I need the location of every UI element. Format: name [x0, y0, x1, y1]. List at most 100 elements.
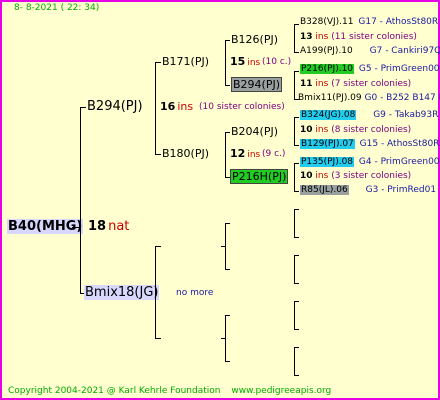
root-number: 18: [88, 219, 107, 234]
gen4-row-11[interactable]: R85(JL).06 G3 - PrimRed01: [300, 185, 437, 195]
gen4-8-name: B129(PJ).07: [300, 139, 355, 149]
gen4-0-name: B328(VJ).11: [300, 17, 354, 27]
sire-value: 16 ins: [160, 101, 193, 112]
gen4-row-7: 10 ins (8 sister colonies): [300, 126, 411, 135]
gen4-4-number: 11: [300, 79, 313, 89]
b294b-label: B294(PJ): [231, 77, 283, 92]
b294b-name[interactable]: B294(PJ): [231, 77, 283, 92]
gen4-11-code: G3 - PrimRed01: [365, 185, 437, 195]
empty-bracket-2-v: [294, 255, 295, 283]
gen4-4-note: (7 sister colonies): [331, 79, 412, 89]
dam-upper-mid: [221, 246, 225, 247]
gen4-11-name: R85(JL).06: [300, 185, 349, 195]
p216h-to-gen4-bottom: [294, 191, 299, 192]
gen4-7-number: 10: [300, 125, 313, 135]
empty-bracket-2-bottom: [294, 283, 299, 284]
b204-connector-v: [294, 117, 295, 145]
dam-to-upper: [155, 246, 161, 247]
b204-to-gen4-top: [294, 117, 299, 118]
dam-connector-v: [155, 246, 156, 338]
gen4-10-ins: ins: [315, 171, 329, 181]
dam-lower-top: [225, 315, 230, 316]
dam-lower-mid: [221, 338, 225, 339]
sire-name[interactable]: B294(PJ): [87, 100, 143, 113]
sire-connector-v: [155, 62, 156, 154]
footer-website[interactable]: www.pedigreeapis.org: [231, 386, 331, 396]
gen4-6-code: G9 - Takab93R: [373, 110, 439, 120]
gen4-row-3[interactable]: P216(PJ).10 G5 - PrimGreen00: [300, 64, 440, 74]
dam-name[interactable]: Bmix18(JG): [84, 285, 160, 300]
b180-value: 12 ins: [230, 148, 260, 160]
root-suffix: nat: [108, 219, 130, 234]
b294b-to-gen4-top: [294, 71, 299, 72]
gen4-row-9[interactable]: P135(PJ).08 G4 - PrimGreen00: [300, 157, 440, 167]
b294b-connector-v: [294, 71, 295, 99]
sire-note: (10 sister colonies): [199, 102, 285, 112]
empty-bracket-3-v: [294, 301, 295, 329]
b126-name[interactable]: B126(PJ): [231, 34, 278, 45]
b171-to-b126: [225, 40, 230, 41]
p216h-label: P216H(PJ): [230, 169, 289, 184]
gen4-2-code: G7 - Cankiri97Q: [369, 46, 440, 56]
b126-connector-v: [294, 24, 295, 52]
frame-top: [0, 0, 440, 2]
b126-to-gen4-bottom: [294, 52, 299, 53]
gen4-8-code: G15 - AthosSt80R: [359, 139, 440, 149]
gen4-row-0[interactable]: B328(VJ).11 G17 - AthosSt80R: [300, 18, 438, 27]
gen4-10-number: 10: [300, 171, 313, 181]
b180-to-b204: [225, 132, 230, 133]
b171-value: 15 ins: [230, 56, 260, 68]
dam-lower-bottom: [225, 361, 230, 362]
b171-number: 15: [230, 55, 246, 68]
empty-bracket-3-top: [294, 301, 299, 302]
gen4-row-5[interactable]: Bmix11(PJ).09 G0 - B252 B147 B: [298, 94, 440, 103]
frame-left: [0, 0, 2, 400]
p216h-to-gen4-top: [294, 163, 299, 164]
gen4-2-name: A199(PJ).10: [300, 46, 353, 56]
b180-number: 12: [230, 147, 246, 160]
gen4-5-name: Bmix11(PJ).09: [298, 93, 362, 103]
gen4-1-number: 13: [300, 32, 313, 42]
p216h-name[interactable]: P216H(PJ): [230, 169, 289, 184]
gen4-3-code: G5 - PrimGreen00: [358, 64, 440, 74]
gen4-0-code: G17 - AthosSt80R: [358, 17, 439, 27]
gen4-6-name: B324(JG).08: [300, 110, 357, 120]
b171-connector-v: [225, 40, 226, 85]
b180-name[interactable]: B180(PJ): [162, 148, 209, 159]
gen4-row-1: 13 ins (11 sister colonies): [300, 33, 417, 42]
empty-bracket-4-bottom: [294, 375, 299, 376]
gen4-row-6[interactable]: B324(JG).08 G9 - Takab93R: [300, 110, 439, 120]
gen4-row-10: 10 ins (3 sister colonies): [300, 172, 411, 181]
root-to-sire: [80, 107, 86, 108]
dam-name-label: Bmix18(JG): [84, 285, 160, 300]
b171-to-b294b: [225, 85, 230, 86]
dam-lower-v: [225, 315, 226, 361]
gen4-9-code: G4 - PrimGreen00: [358, 157, 440, 167]
gen4-10-note: (3 sister colonies): [331, 171, 412, 181]
empty-bracket-1-v: [294, 209, 295, 237]
b171-name[interactable]: B171(PJ): [162, 56, 209, 67]
p216h-connector-v: [294, 163, 295, 191]
b204-name[interactable]: B204(PJ): [231, 126, 278, 137]
empty-bracket-3-bottom: [294, 329, 299, 330]
empty-bracket-1-bottom: [294, 237, 299, 238]
sire-to-b180: [155, 154, 161, 155]
empty-bracket-2-top: [294, 255, 299, 256]
gen4-1-ins: ins: [315, 32, 329, 42]
b126-to-gen4-top: [294, 24, 299, 25]
gen4-4-ins: ins: [315, 79, 329, 89]
gen4-row-2[interactable]: A199(PJ).10 G7 - Cankiri97Q: [300, 47, 440, 56]
gen4-9-name: P135(PJ).08: [300, 157, 355, 167]
gen4-5-code: G0 - B252 B147 B: [364, 93, 440, 103]
gen4-7-ins: ins: [315, 125, 329, 135]
root-connector-h: [72, 227, 80, 228]
dam-upper-top: [225, 223, 230, 224]
b180-ins: ins: [247, 150, 261, 160]
dam-upper-bottom: [225, 269, 230, 270]
footer-copyright: Copyright 2004-2021 @ Karl Kehrle Founda…: [8, 386, 221, 396]
gen4-row-4: 11 ins (7 sister colonies): [300, 80, 411, 89]
root-value: 18 nat: [88, 220, 129, 233]
gen4-row-8[interactable]: B129(PJ).07 G15 - AthosSt80R: [300, 139, 440, 149]
sire-to-b171: [155, 62, 161, 63]
empty-bracket-4-top: [294, 347, 299, 348]
